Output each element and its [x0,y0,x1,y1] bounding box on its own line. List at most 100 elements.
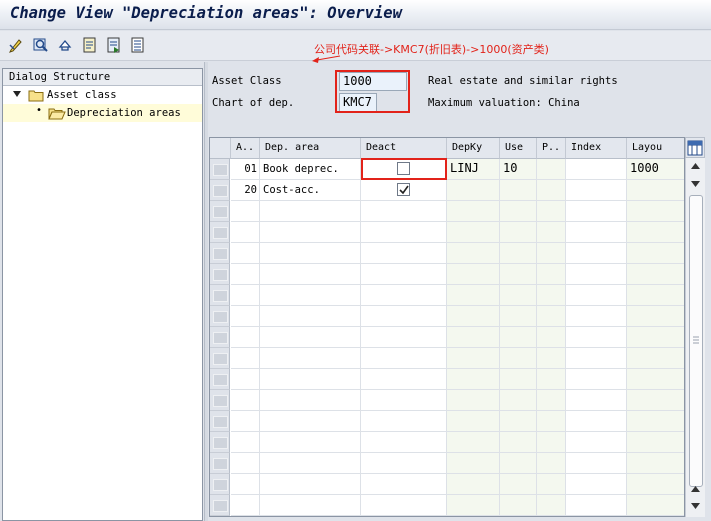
table-cell-depky[interactable] [447,348,500,369]
table-cell-use[interactable]: 10 [500,159,537,180]
table-cell-use[interactable] [500,348,537,369]
next-entry-icon[interactable] [104,35,124,55]
table-cell-p[interactable] [537,411,566,432]
change-display-icon[interactable] [6,35,26,55]
table-cell-depky[interactable] [447,285,500,306]
table-cell-p[interactable] [537,390,566,411]
find-icon[interactable] [31,35,51,55]
table-cell-layout[interactable] [627,432,684,453]
table-cell-layout[interactable] [627,327,684,348]
vertical-scrollbar[interactable] [685,158,705,517]
list-icon[interactable] [128,35,148,55]
table-settings-icon[interactable] [685,137,705,158]
table-cell-depky[interactable] [447,390,500,411]
row-selector[interactable] [210,159,230,180]
row-selector[interactable] [210,432,230,453]
table-cell-use[interactable] [500,369,537,390]
pane-splitter[interactable] [204,62,208,521]
table-cell-use[interactable] [500,411,537,432]
table-cell-use[interactable] [500,453,537,474]
column-header-layout[interactable]: Layou [627,138,684,159]
table-cell-deact[interactable] [361,495,447,516]
deact-checkbox[interactable] [397,183,410,196]
table-cell-depky[interactable] [447,180,500,201]
table-cell-deact[interactable] [361,180,447,201]
scroll-down-bottom-icon[interactable] [691,503,700,510]
table-cell-depky[interactable] [447,432,500,453]
table-cell-deact[interactable] [361,453,447,474]
table-cell-p[interactable] [537,495,566,516]
table-cell-layout[interactable] [627,474,684,495]
table-cell-layout[interactable] [627,285,684,306]
table-cell-layout[interactable] [627,495,684,516]
column-header-area[interactable]: A.. [231,138,260,159]
table-cell-use[interactable] [500,243,537,264]
table-cell-p[interactable] [537,348,566,369]
row-selector[interactable] [210,453,230,474]
table-cell-deact[interactable] [361,369,447,390]
table-cell-use[interactable] [500,474,537,495]
scroll-up-icon[interactable] [691,163,700,170]
table-cell-p[interactable] [537,474,566,495]
table-cell-depky[interactable] [447,453,500,474]
row-selector[interactable] [210,201,230,222]
table-cell-layout[interactable] [627,243,684,264]
table-cell-layout[interactable] [627,348,684,369]
table-cell-layout[interactable] [627,369,684,390]
row-selector[interactable] [210,390,230,411]
table-cell-layout[interactable] [627,264,684,285]
row-selector[interactable] [210,306,230,327]
table-cell-p[interactable] [537,306,566,327]
table-cell-deact[interactable] [361,432,447,453]
table-cell-use[interactable] [500,306,537,327]
table-cell-deact[interactable] [361,390,447,411]
table-cell-depky[interactable] [447,222,500,243]
table-cell-depky[interactable] [447,264,500,285]
expand-triangle-icon[interactable] [13,90,21,98]
table-cell-layout[interactable]: 1000 [627,159,684,180]
row-selector[interactable] [210,369,230,390]
column-header-index[interactable]: Index [566,138,627,159]
previous-entry-icon[interactable] [80,35,100,55]
table-cell-deact[interactable] [361,264,447,285]
table-cell-deact[interactable] [361,306,447,327]
row-selector[interactable] [210,411,230,432]
table-cell-deact[interactable] [361,411,447,432]
table-cell-depky[interactable] [447,306,500,327]
column-header-use[interactable]: Use [500,138,537,159]
table-cell-p[interactable] [537,369,566,390]
column-header-depky[interactable]: DepKy [447,138,500,159]
table-cell-layout[interactable] [627,201,684,222]
table-cell-deact[interactable] [361,243,447,264]
table-cell-depky[interactable]: LINJ [447,159,500,180]
column-header-p[interactable]: P.. [537,138,566,159]
table-cell-use[interactable] [500,432,537,453]
table-cell-use[interactable] [500,285,537,306]
table-cell-deact[interactable] [361,201,447,222]
row-selector[interactable] [210,243,230,264]
table-cell-layout[interactable] [627,453,684,474]
row-selector[interactable] [210,264,230,285]
table-cell-p[interactable] [537,201,566,222]
row-selector[interactable] [210,495,230,516]
table-cell-use[interactable] [500,495,537,516]
table-cell-deact[interactable] [361,474,447,495]
table-cell-p[interactable] [537,159,566,180]
table-cell-depky[interactable] [447,369,500,390]
scroll-up-bottom-icon[interactable] [691,486,700,493]
table-cell-p[interactable] [537,327,566,348]
select-all-header[interactable] [210,138,231,159]
row-selector[interactable] [210,348,230,369]
row-selector[interactable] [210,327,230,348]
table-cell-layout[interactable] [627,306,684,327]
table-cell-p[interactable] [537,453,566,474]
table-cell-deact[interactable] [361,222,447,243]
tree-item-depreciation-areas[interactable]: • Depreciation areas [3,104,202,122]
table-cell-use[interactable] [500,180,537,201]
undo-icon[interactable] [55,35,75,55]
table-cell-layout[interactable] [627,222,684,243]
scrollbar-thumb[interactable] [689,195,703,487]
table-cell-use[interactable] [500,264,537,285]
table-cell-depky[interactable] [447,243,500,264]
table-cell-use[interactable] [500,222,537,243]
